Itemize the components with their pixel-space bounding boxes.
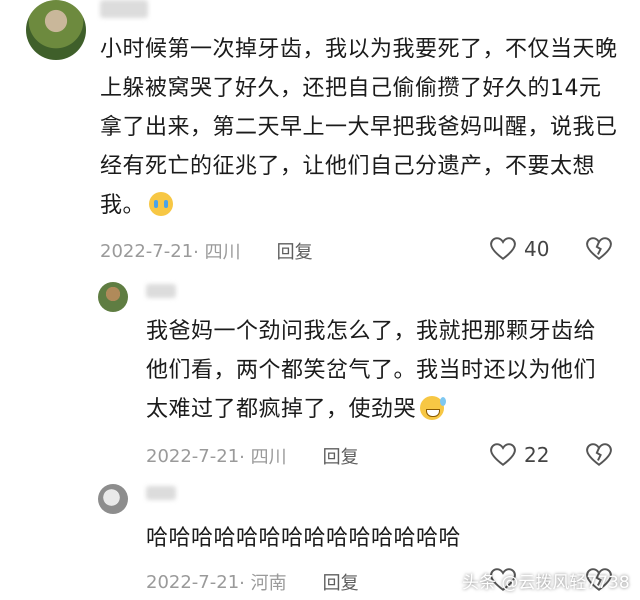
like-count: 40	[524, 237, 550, 261]
comment-text: 小时候第一次掉牙齿，我以为我要死了，不仅当天晚上躲被窝哭了好久，还把自己偷偷攒了…	[100, 37, 618, 218]
comment-meta: 2022-7-21 · 河南 回复	[146, 569, 359, 595]
comment-meta: 2022-7-21 · 四川 回复	[146, 443, 359, 469]
like-button[interactable]: 22	[490, 443, 549, 467]
comment-date: 2022-7-21	[146, 571, 240, 593]
grinning-sweat-emoji	[420, 396, 447, 420]
comment-date: 2022-7-21	[100, 240, 194, 262]
like-button[interactable]: 40	[490, 237, 549, 261]
broken-heart-icon[interactable]	[586, 443, 612, 467]
broken-heart-icon[interactable]	[586, 237, 612, 261]
avatar[interactable]	[98, 282, 128, 312]
crying-face-emoji	[149, 192, 174, 216]
comment-location: · 四川	[239, 447, 287, 468]
comment-location: · 河南	[239, 573, 287, 594]
reply-button[interactable]: 回复	[277, 238, 313, 264]
watermark: 头条 @云拨风轻7738	[462, 573, 630, 593]
comment-location: · 四川	[193, 242, 241, 263]
username-blurred[interactable]	[146, 284, 176, 298]
comment-date: 2022-7-21	[146, 445, 240, 467]
username-blurred[interactable]	[100, 0, 148, 18]
comment-text: 我爸妈一个劲问我怎么了，我就把那颗牙齿给他们看，两个都笑岔气了。我当时还以为他们…	[146, 319, 597, 422]
reply-button[interactable]: 回复	[323, 569, 359, 595]
comment-meta: 2022-7-21 · 四川 回复	[100, 238, 313, 264]
like-count: 22	[524, 443, 550, 467]
heart-outline-icon	[490, 443, 516, 466]
avatar[interactable]	[98, 484, 128, 514]
avatar[interactable]	[26, 0, 86, 60]
heart-outline-icon	[490, 237, 516, 260]
reply-button[interactable]: 回复	[323, 443, 359, 469]
comment-text: 哈哈哈哈哈哈哈哈哈哈哈哈哈哈	[146, 526, 462, 551]
username-blurred[interactable]	[146, 486, 176, 500]
